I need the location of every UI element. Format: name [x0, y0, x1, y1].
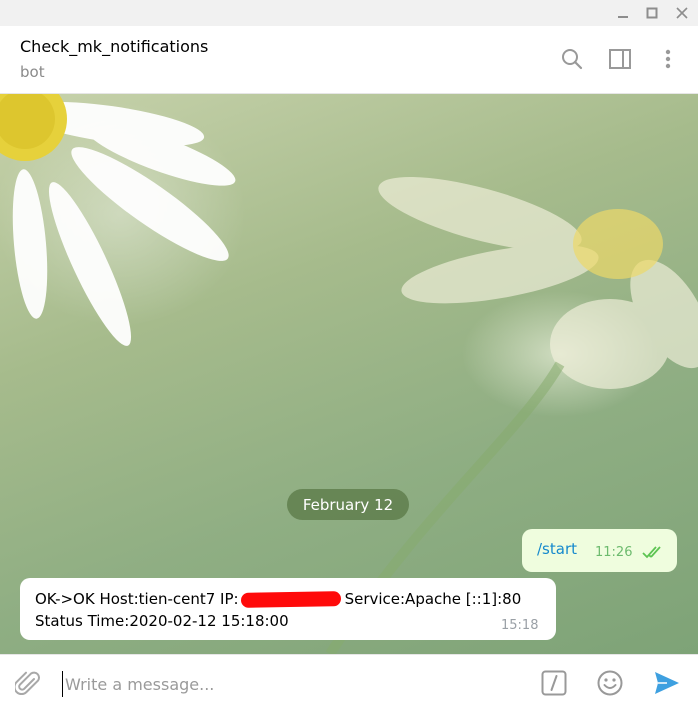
- maximize-icon[interactable]: [641, 4, 663, 22]
- chat-header: Check_mk_notifications bot: [0, 26, 698, 94]
- sidebar-toggle-icon[interactable]: [607, 46, 633, 72]
- chat-title[interactable]: Check_mk_notifications: [20, 37, 208, 56]
- message-text-suffix: Service:Apache [::1]:80: [344, 590, 522, 608]
- date-separator: February 12: [287, 489, 409, 520]
- redaction-mark: [240, 591, 341, 608]
- minimize-icon[interactable]: [612, 4, 634, 22]
- message-text-prefix: OK->OK Host:tien-cent7 IP:: [35, 590, 239, 608]
- emoji-icon[interactable]: [596, 669, 624, 697]
- message-time: 11:26: [595, 545, 633, 560]
- chat-area[interactable]: February 12 /start 11:26 OK->OK Host:tie…: [0, 94, 698, 654]
- message-time: 15:18: [501, 618, 539, 633]
- send-icon[interactable]: [652, 668, 682, 698]
- message-line-1: OK->OK Host:tien-cent7 IP: Service:Apache…: [35, 590, 521, 608]
- commands-icon[interactable]: [540, 669, 568, 697]
- message-composer: [0, 654, 698, 712]
- attach-icon[interactable]: [14, 669, 42, 697]
- message-bubble-incoming[interactable]: OK->OK Host:tien-cent7 IP: Service:Apache…: [20, 578, 556, 640]
- chat-subtitle: bot: [20, 63, 45, 81]
- message-text[interactable]: /start: [537, 540, 577, 558]
- message-line-2: Status Time:2020-02-12 15:18:00: [35, 612, 289, 630]
- search-icon[interactable]: [559, 46, 585, 72]
- more-vert-icon[interactable]: [655, 46, 681, 72]
- message-input[interactable]: [62, 671, 515, 697]
- message-bubble-outgoing[interactable]: /start 11:26: [522, 529, 677, 572]
- double-check-icon: [642, 544, 666, 563]
- close-icon[interactable]: [671, 4, 693, 22]
- window-titlebar: [0, 0, 698, 26]
